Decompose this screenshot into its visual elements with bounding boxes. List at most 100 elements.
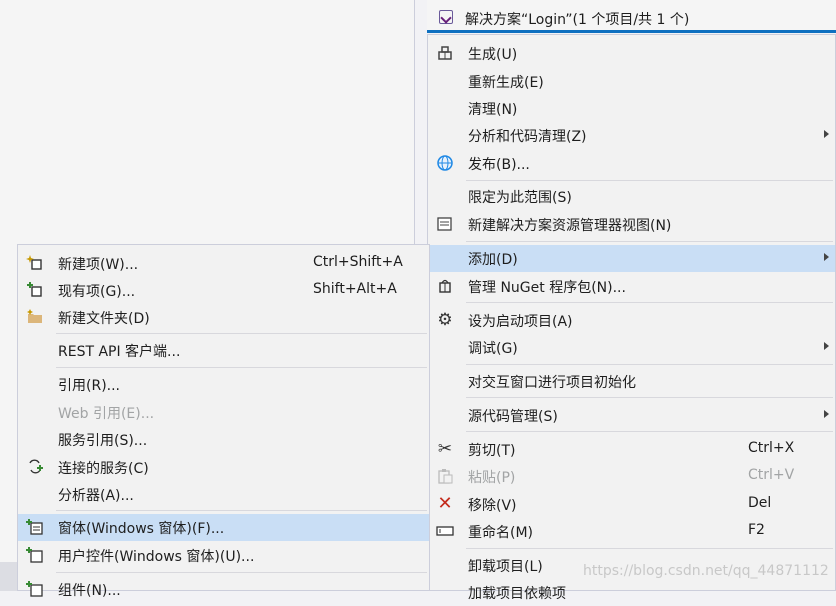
submenu-item-form[interactable]: 窗体(Windows 窗体)(F)... (18, 514, 429, 541)
menu-item-label: 对交互窗口进行项目初始化 (468, 375, 636, 391)
paste-icon (436, 467, 454, 485)
menu-item-label: 组件(N)... (58, 583, 121, 599)
menu-item-label: 剪切(T) (468, 443, 516, 459)
menu-item-label: 现有项(G)... (58, 284, 136, 300)
menu-separator (466, 241, 833, 242)
submenu-arrow-icon (824, 130, 829, 138)
submenu-item-analyzer[interactable]: 分析器(A)... (18, 481, 429, 508)
menu-item-label: 管理 NuGet 程序包(N)... (468, 280, 626, 296)
form-icon (26, 518, 44, 536)
nuget-icon (436, 277, 454, 295)
submenu-item-web-reference[interactable]: Web 引用(E)... (18, 399, 429, 426)
menu-item-label: 设为启动项目(A) (468, 314, 573, 330)
menu-item-interactive-init[interactable]: 对交互窗口进行项目初始化 (428, 368, 835, 395)
menu-item-label: 服务引用(S)... (58, 433, 148, 449)
rename-icon (436, 522, 454, 540)
menu-item-clean[interactable]: 清理(N) (428, 95, 835, 122)
menu-item-paste[interactable]: 粘贴(P) Ctrl+V (428, 463, 835, 490)
watermark-text: https://blog.csdn.net/qq_44871112 (583, 563, 829, 579)
menu-separator (466, 397, 833, 398)
menu-item-build[interactable]: 生成(U) (428, 40, 835, 67)
submenu-arrow-icon (824, 342, 829, 350)
submenu-item-reference[interactable]: 引用(R)... (18, 371, 429, 398)
menu-item-analyze[interactable]: 分析和代码清理(Z) (428, 122, 835, 149)
new-view-icon (436, 215, 454, 233)
menu-item-label: 移除(V) (468, 498, 517, 514)
submenu-item-component[interactable]: 组件(N)... (18, 576, 429, 603)
menu-item-label: 用户控件(Windows 窗体)(U)... (58, 549, 255, 565)
menu-item-debug[interactable]: 调试(G) (428, 334, 835, 361)
submenu-item-existing-item[interactable]: 现有项(G)... Shift+Alt+A (18, 277, 429, 304)
submenu-item-user-control[interactable]: 用户控件(Windows 窗体)(U)... (18, 542, 429, 569)
menu-item-label: 粘贴(P) (468, 470, 516, 486)
menu-item-scope[interactable]: 限定为此范围(S) (428, 183, 835, 210)
menu-item-nuget[interactable]: 管理 NuGet 程序包(N)... (428, 273, 835, 300)
menu-item-label: Web 引用(E)... (58, 406, 155, 422)
menu-item-publish[interactable]: 发布(B)... (428, 150, 835, 177)
menu-separator (56, 572, 427, 573)
menu-item-shortcut: Shift+Alt+A (313, 281, 397, 297)
menu-item-new-explorer-view[interactable]: 新建解决方案资源管理器视图(N) (428, 211, 835, 238)
menu-item-label: 窗体(Windows 窗体)(F)... (58, 521, 225, 537)
menu-item-label: 新建文件夹(D) (58, 311, 150, 327)
menu-item-shortcut: Ctrl+X (748, 440, 795, 456)
menu-separator (466, 431, 833, 432)
user-control-icon (26, 546, 44, 564)
menu-separator (466, 180, 833, 181)
submenu-item-rest-api[interactable]: REST API 客户端... (18, 337, 429, 364)
connected-service-icon (26, 458, 44, 476)
solution-explorer-row[interactable]: 解决方案“Login”(1 个项目/共 1 个) (427, 0, 836, 33)
menu-item-label: 生成(U) (468, 47, 518, 63)
menu-item-shortcut: Del (748, 495, 772, 511)
menu-item-label: REST API 客户端... (58, 344, 181, 360)
menu-item-label: 源代码管理(S) (468, 409, 558, 425)
menu-item-set-startup[interactable]: ⚙ 设为启动项目(A) (428, 307, 835, 334)
menu-item-shortcut: Ctrl+Shift+A (313, 254, 403, 270)
gear-icon: ⚙ (437, 310, 453, 330)
menu-separator (56, 510, 427, 511)
menu-item-label: 卸载项目(L) (468, 559, 543, 575)
menu-item-load-deps[interactable]: 加载项目依赖项 (428, 579, 835, 606)
selection-indicator (427, 30, 836, 33)
new-folder-icon (26, 308, 44, 326)
menu-separator (466, 548, 833, 549)
menu-item-rename[interactable]: 重命名(M) F2 (428, 518, 835, 545)
menu-item-cut[interactable]: ✂ 剪切(T) Ctrl+X (428, 436, 835, 463)
menu-item-label: 限定为此范围(S) (468, 190, 572, 206)
existing-item-icon (26, 281, 44, 299)
menu-item-label: 引用(R)... (58, 378, 121, 394)
solution-icon (439, 10, 453, 24)
menu-item-label: 清理(N) (468, 102, 518, 118)
submenu-item-new-folder[interactable]: 新建文件夹(D) (18, 304, 429, 331)
menu-separator (56, 367, 427, 368)
menu-item-label: 调试(G) (468, 341, 518, 357)
project-context-menu: 生成(U) 重新生成(E) 清理(N) 分析和代码清理(Z) 发布(B)... … (427, 34, 836, 602)
menu-separator (56, 333, 427, 334)
submenu-item-service-reference[interactable]: 服务引用(S)... (18, 426, 429, 453)
submenu-item-new-item[interactable]: 新建项(W)... Ctrl+Shift+A (18, 250, 429, 277)
menu-item-remove[interactable]: ✕ 移除(V) Del (428, 491, 835, 518)
submenu-arrow-icon (824, 410, 829, 418)
menu-item-label: 重命名(M) (468, 525, 534, 541)
submenu-arrow-icon (824, 253, 829, 261)
menu-item-label: 新建项(W)... (58, 257, 139, 273)
menu-item-rebuild[interactable]: 重新生成(E) (428, 68, 835, 95)
menu-item-label: 分析和代码清理(Z) (468, 129, 587, 145)
globe-icon (436, 154, 454, 172)
menu-item-shortcut: F2 (748, 522, 765, 538)
menu-item-shortcut: Ctrl+V (748, 467, 795, 483)
add-submenu: 新建项(W)... Ctrl+Shift+A 现有项(G)... Shift+A… (17, 244, 430, 599)
menu-item-source-control[interactable]: 源代码管理(S) (428, 402, 835, 429)
pane-divider (414, 0, 415, 245)
menu-separator (466, 364, 833, 365)
submenu-item-connected-service[interactable]: 连接的服务(C) (18, 454, 429, 481)
menu-item-label: 重新生成(E) (468, 75, 544, 91)
build-icon (436, 44, 454, 62)
menu-separator (466, 302, 833, 303)
component-icon (26, 580, 44, 598)
menu-item-add[interactable]: 添加(D) (428, 245, 835, 272)
menu-item-label: 新建解决方案资源管理器视图(N) (468, 218, 672, 234)
menu-item-label: 发布(B)... (468, 157, 530, 173)
solution-label: 解决方案“Login”(1 个项目/共 1 个) (465, 12, 690, 28)
new-item-icon (26, 254, 44, 272)
